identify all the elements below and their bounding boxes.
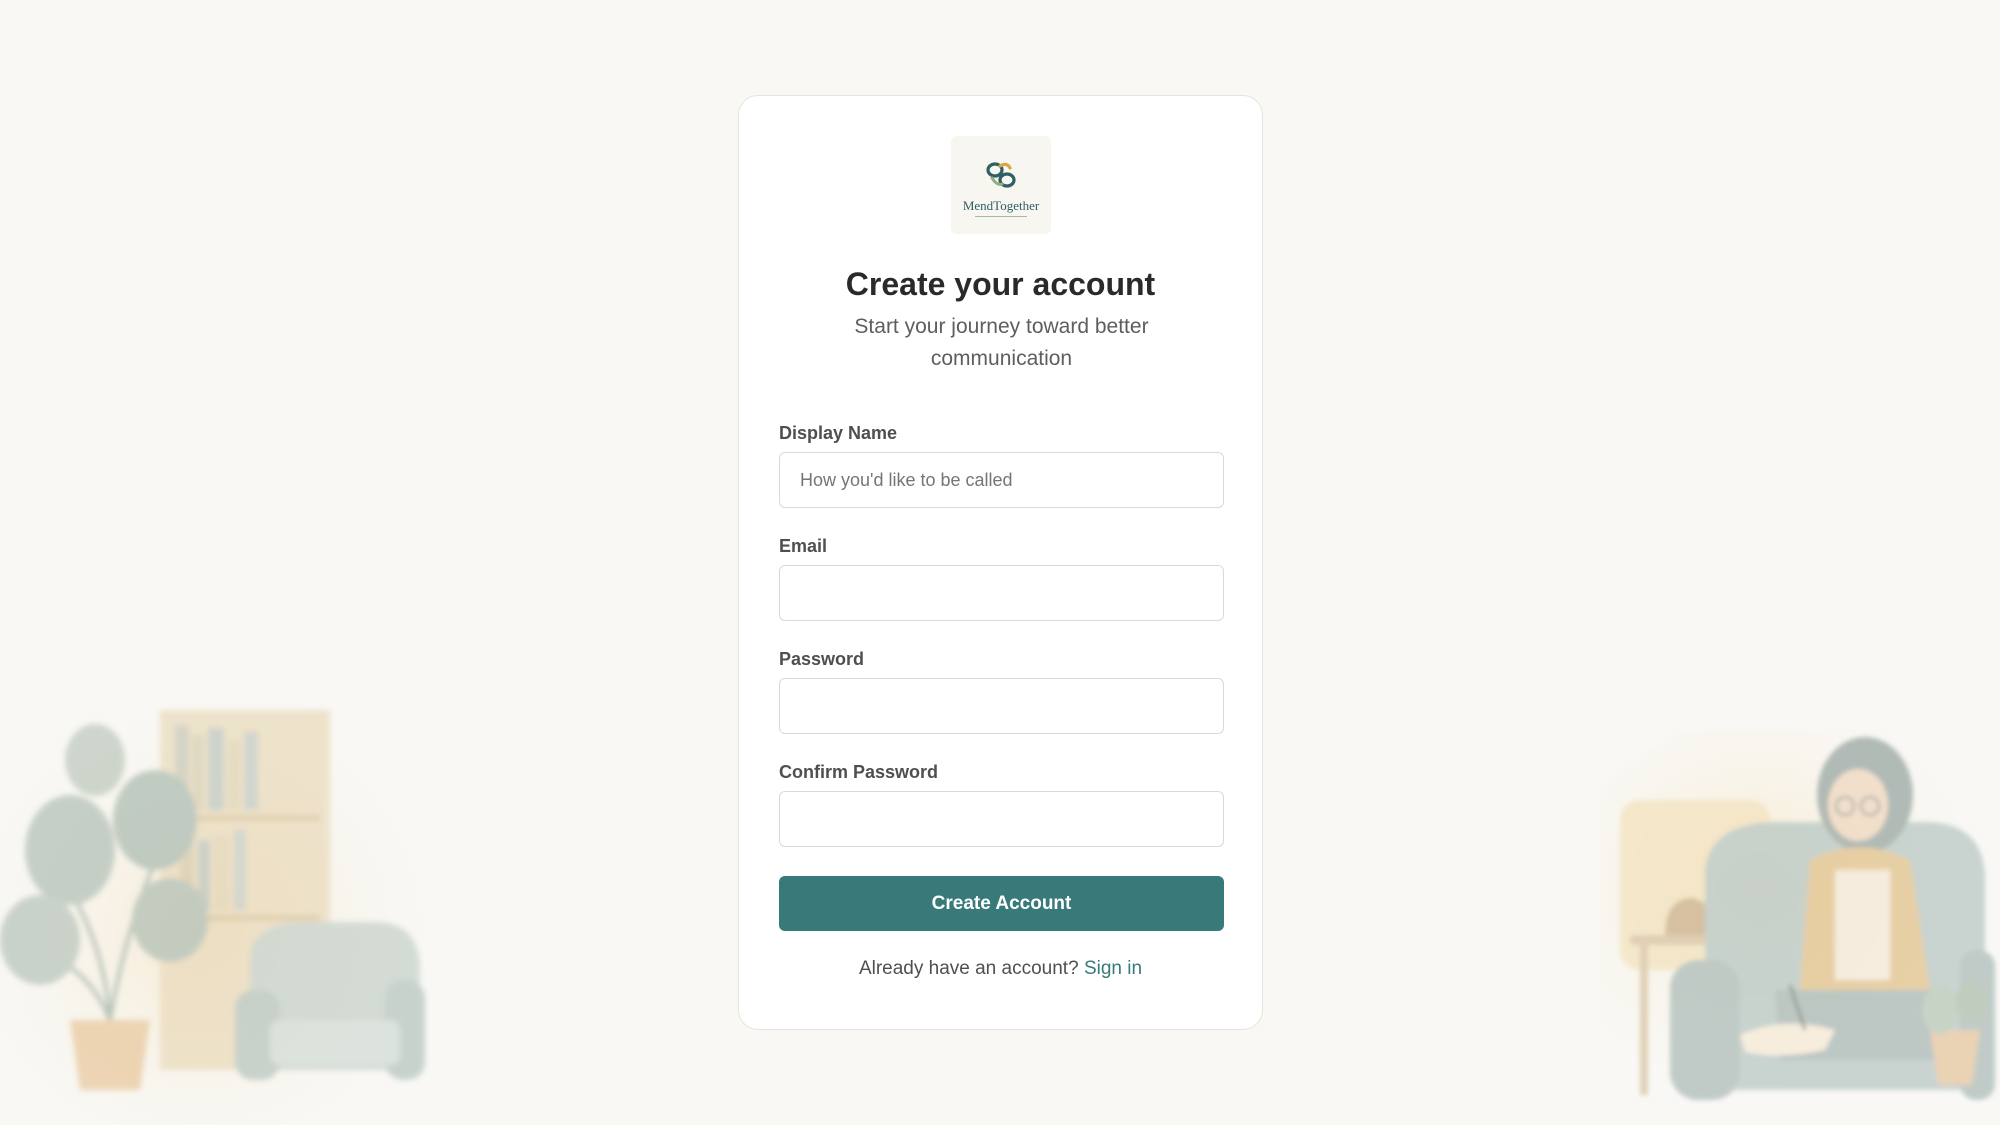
living-room-illustration-left <box>0 690 430 1125</box>
signin-link[interactable]: Sign in <box>1084 958 1142 979</box>
logo-mark-icon <box>986 162 1016 188</box>
page-title: Create your account <box>845 266 1156 302</box>
confirm-password-input[interactable] <box>779 791 1224 847</box>
counselor-illustration-right <box>1600 730 2000 1110</box>
signin-prompt: Already have an account? Sign in <box>739 958 1262 980</box>
confirm-password-label: Confirm Password <box>779 762 939 782</box>
page-subtitle: Start your journey toward better communi… <box>854 315 1149 370</box>
create-account-button[interactable]: Create Account <box>779 876 1224 931</box>
signup-card: MendTogether Create your account Start y… <box>738 95 1263 1030</box>
password-label: Password <box>779 649 865 669</box>
logo-underline <box>975 216 1027 217</box>
display-name-label: Display Name <box>779 423 898 443</box>
brand-logo: MendTogether <box>951 136 1051 234</box>
signin-prompt-text: Already have an account? <box>858 958 1079 979</box>
password-input[interactable] <box>779 678 1224 734</box>
logo-text: MendTogether <box>962 198 1040 213</box>
display-name-input[interactable] <box>779 452 1224 508</box>
signup-page: MendTogether Create your account Start y… <box>0 0 2000 1125</box>
email-label: Email <box>779 536 828 556</box>
email-input[interactable] <box>779 565 1224 621</box>
